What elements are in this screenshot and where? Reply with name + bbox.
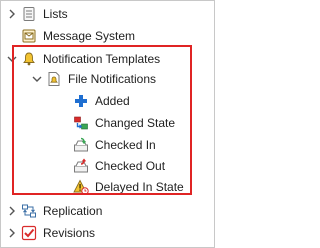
tree-item-label: Notification Templates	[43, 51, 161, 66]
tree-item-label: Changed State	[95, 115, 176, 130]
changed-state-icon	[73, 115, 89, 131]
tree-item-delayed-in-state[interactable]: Delayed In State	[1, 176, 214, 197]
list-icon	[21, 6, 37, 22]
message-system-icon	[21, 28, 37, 44]
replication-icon	[21, 203, 37, 219]
chevron-down-icon[interactable]	[7, 52, 17, 66]
tree-item-label: Added	[95, 93, 130, 108]
chevron-right-icon[interactable]	[7, 204, 17, 218]
tree-item-changed-state[interactable]: Changed State	[1, 112, 214, 133]
tree-item-notification-templates[interactable]: Notification Templates	[1, 48, 214, 69]
checked-out-icon	[73, 157, 89, 174]
bell-icon	[21, 51, 37, 67]
tree-item-checked-in[interactable]: Checked In	[1, 134, 214, 155]
plus-icon	[73, 93, 89, 109]
tree-item-label: Revisions	[43, 225, 96, 240]
tree-item-label: Replication	[43, 203, 103, 218]
tree-item-lists[interactable]: Lists	[1, 3, 214, 24]
delayed-warning-icon	[73, 179, 89, 195]
tree-item-label: Message System	[43, 28, 136, 43]
tree-panel: Lists Message System Notification Templa…	[0, 0, 215, 248]
checked-in-icon	[73, 137, 89, 153]
tree-item-replication[interactable]: Replication	[1, 200, 214, 221]
tree-item-checked-out[interactable]: Checked Out	[1, 155, 214, 176]
tree-item-label: File Notifications	[68, 71, 157, 86]
chevron-right-icon[interactable]	[7, 7, 17, 21]
tree-item-label: Checked In	[95, 137, 156, 152]
chevron-right-icon[interactable]	[7, 226, 17, 240]
tree-item-added[interactable]: Added	[1, 90, 214, 111]
tree-item-label: Lists	[43, 6, 68, 21]
tree-item-revisions[interactable]: Revisions	[1, 222, 214, 243]
revisions-check-icon	[21, 225, 37, 241]
tree-item-message-system[interactable]: Message System	[1, 25, 214, 46]
chevron-down-icon[interactable]	[32, 72, 42, 86]
file-notification-icon	[46, 71, 62, 87]
tree-item-file-notifications[interactable]: File Notifications	[1, 68, 214, 89]
tree-item-label: Delayed In State	[95, 179, 184, 194]
tree-item-label: Checked Out	[95, 158, 166, 173]
